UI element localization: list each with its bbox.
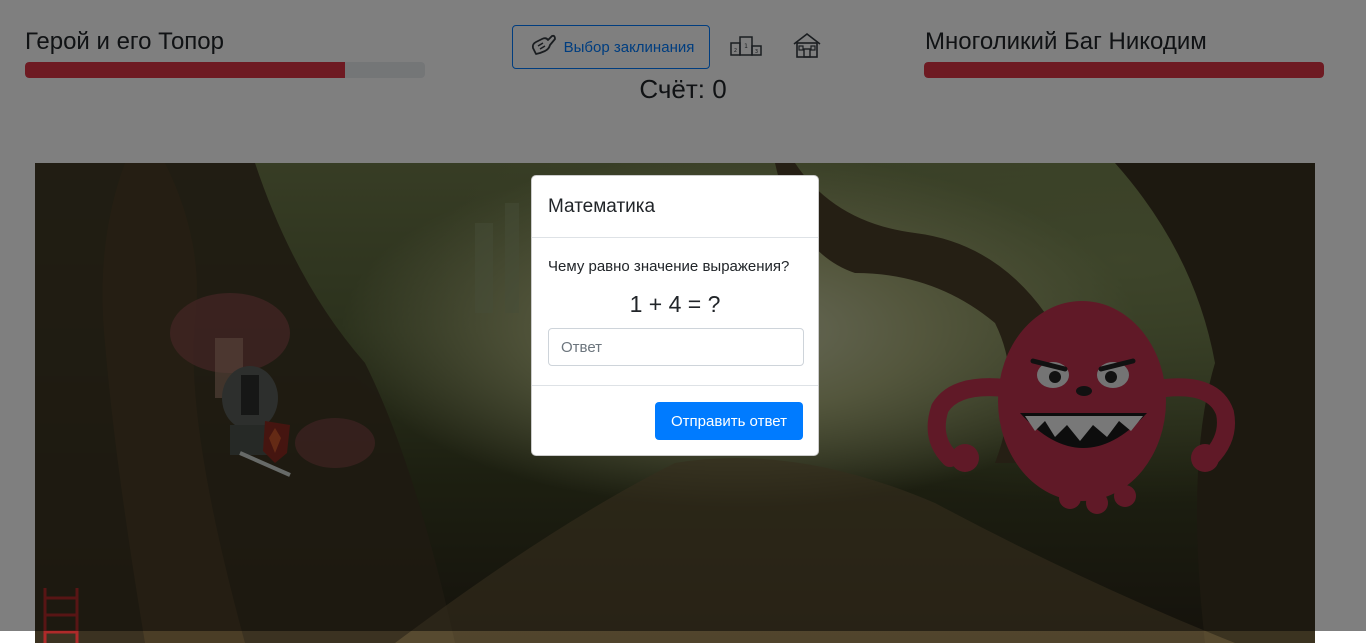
modal-body: Чему равно значение выражения? 1 + 4 = ? (532, 238, 818, 386)
math-expression: 1 + 4 = ? (629, 291, 721, 317)
math-modal: Математика Чему равно значение выражения… (531, 175, 819, 456)
modal-title: Математика (532, 176, 818, 238)
submit-answer-button[interactable]: Отправить ответ (655, 402, 803, 440)
question-text: Чему равно значение выражения? (548, 258, 790, 275)
answer-input[interactable] (548, 328, 804, 366)
modal-footer: Отправить ответ (532, 386, 818, 456)
